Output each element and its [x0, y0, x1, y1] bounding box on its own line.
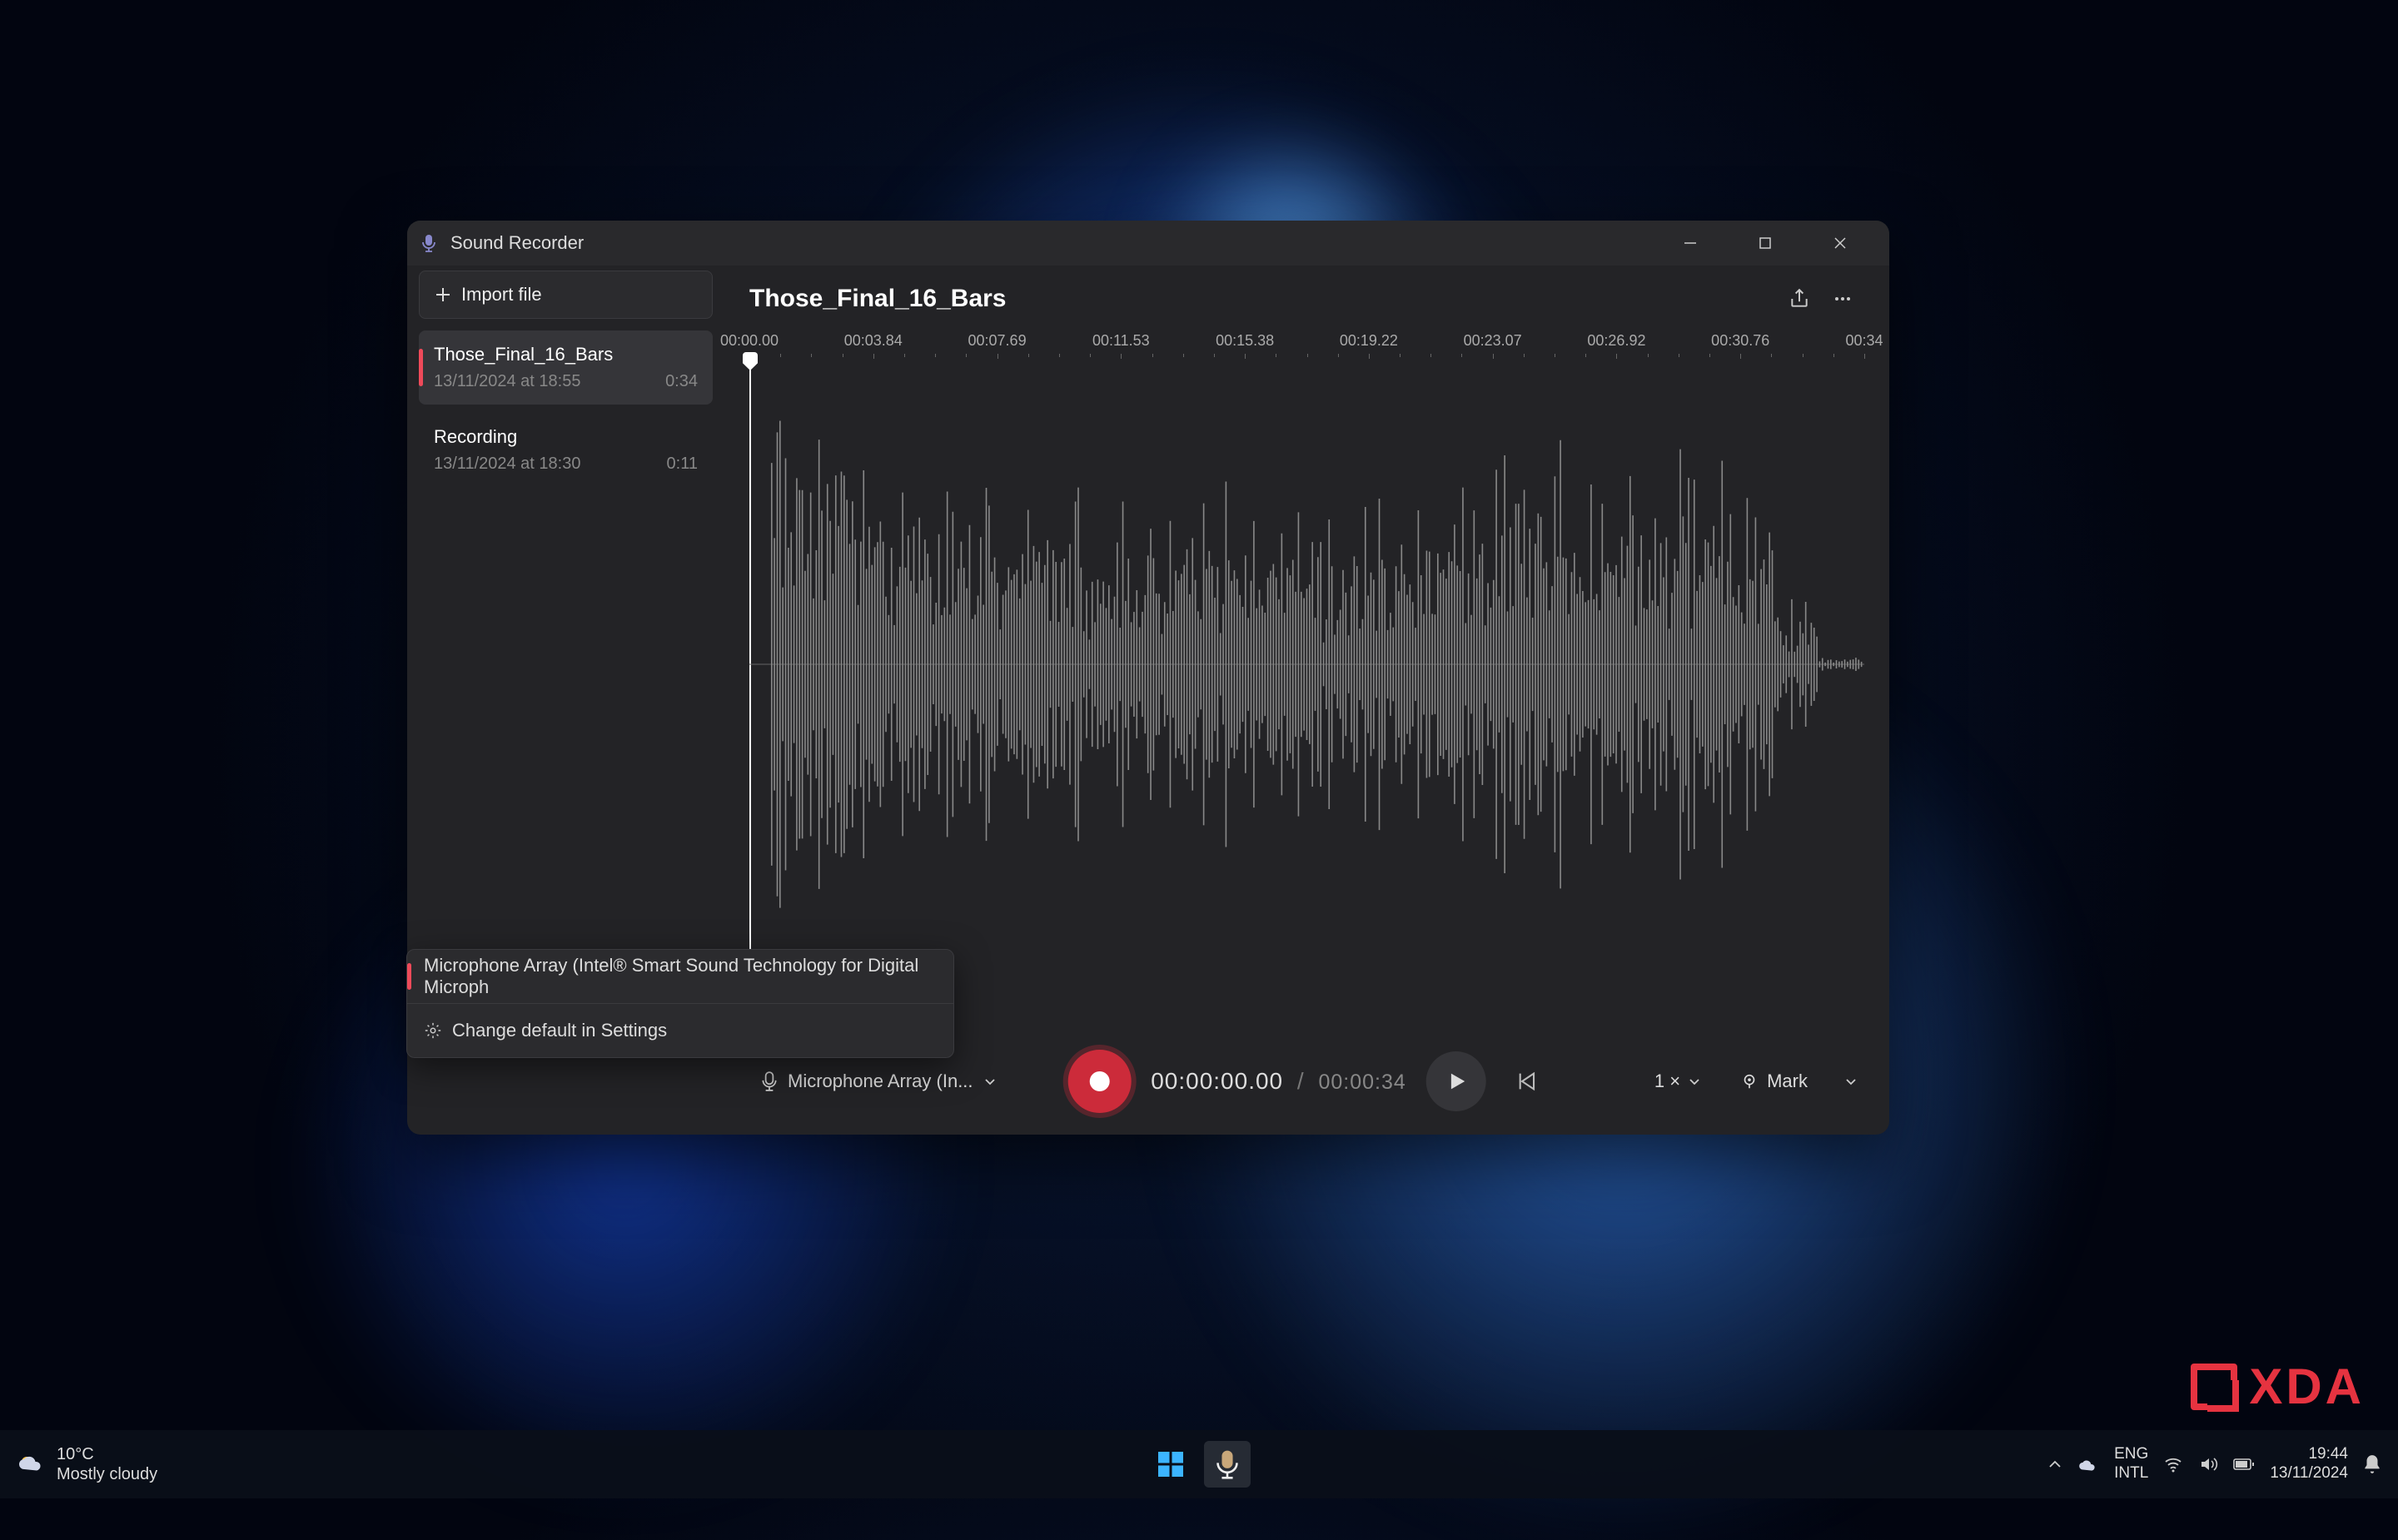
app-icon: [419, 233, 439, 253]
ruler-time-label: 00:23.07: [1464, 332, 1522, 350]
ruler-time-label: 00:03.84: [844, 332, 903, 350]
window-title: Sound Recorder: [450, 232, 1653, 254]
chevron-down-icon: [1845, 1076, 1857, 1087]
speed-selector[interactable]: 1 ×: [1644, 1064, 1710, 1099]
time-current: 00:00:00.00: [1151, 1068, 1283, 1094]
volume-icon[interactable]: [2198, 1454, 2218, 1474]
minimize-button[interactable]: [1653, 221, 1728, 266]
language-indicator[interactable]: ENG INTL: [2114, 1445, 2148, 1483]
ruler-time-label: 00:15.38: [1216, 332, 1274, 350]
skip-back-button[interactable]: [1506, 1061, 1546, 1101]
taskbar[interactable]: 10°C Mostly cloudy ENG INTL 19:44 13/11/…: [0, 1430, 2398, 1498]
ruler-time-label: 00:00.00: [720, 332, 779, 350]
mic-popup: Microphone Array (Intel® Smart Sound Tec…: [406, 949, 954, 1058]
time-display: 00:00:00.00 / 00:00:34: [1151, 1068, 1406, 1095]
time-total: 00:00:34: [1318, 1071, 1405, 1094]
ruler-time-label: 00:30.76: [1711, 332, 1769, 350]
mic-option-label: Microphone Array (Intel® Smart Sound Tec…: [424, 955, 937, 998]
play-button[interactable]: [1426, 1051, 1486, 1111]
speed-value: 1 ×: [1654, 1071, 1680, 1092]
maximize-button[interactable]: [1728, 221, 1803, 266]
mic-option[interactable]: Microphone Array (Intel® Smart Sound Tec…: [407, 950, 953, 1003]
mic-selector[interactable]: Microphone Array (In...: [749, 1064, 1008, 1099]
recording-item[interactable]: Those_Final_16_Bars 13/11/2024 at 18:55 …: [419, 330, 713, 405]
import-label: Import file: [461, 284, 542, 306]
taskbar-app-sound-recorder[interactable]: [1204, 1441, 1251, 1488]
chevron-down-icon: [1689, 1076, 1700, 1087]
recording-duration: 0:34: [665, 372, 698, 391]
ruler-time-label: 00:19.22: [1340, 332, 1398, 350]
weather-temp: 10°C: [57, 1444, 157, 1464]
ruler-time-label: 00:34: [1845, 332, 1883, 350]
more-button[interactable]: [1821, 277, 1864, 320]
wifi-icon[interactable]: [2163, 1454, 2183, 1474]
record-button[interactable]: [1067, 1050, 1131, 1113]
recording-name: Those_Final_16_Bars: [434, 344, 698, 365]
waveform-area[interactable]: [749, 369, 1864, 1028]
weather-icon: [17, 1449, 47, 1479]
titlebar[interactable]: Sound Recorder: [407, 221, 1889, 266]
recording-date: 13/11/2024 at 18:30: [434, 455, 580, 474]
mark-button[interactable]: Mark: [1730, 1064, 1818, 1099]
mic-icon: [761, 1071, 778, 1091]
gear-icon: [424, 1021, 442, 1040]
page-title: Those_Final_16_Bars: [749, 285, 1778, 313]
onedrive-icon[interactable]: [2077, 1455, 2099, 1473]
recording-duration: 0:11: [667, 455, 698, 474]
start-button[interactable]: [1147, 1441, 1194, 1488]
mark-dropdown[interactable]: [1838, 1060, 1864, 1103]
plus-icon: [435, 286, 451, 303]
ruler-time-label: 00:26.92: [1587, 332, 1645, 350]
recording-name: Recording: [434, 426, 698, 448]
weather-widget[interactable]: 10°C Mostly cloudy: [17, 1444, 157, 1484]
battery-icon[interactable]: [2233, 1455, 2255, 1473]
weather-desc: Mostly cloudy: [57, 1464, 157, 1484]
import-file-button[interactable]: Import file: [419, 271, 713, 319]
recording-item[interactable]: Recording 13/11/2024 at 18:30 0:11: [419, 413, 713, 487]
mic-settings-link[interactable]: Change default in Settings: [407, 1004, 953, 1057]
ruler-time-label: 00:07.69: [968, 332, 1027, 350]
mic-label: Microphone Array (In...: [788, 1071, 973, 1092]
marker-icon: [1740, 1072, 1759, 1090]
ruler-time-label: 00:11.53: [1092, 332, 1150, 350]
recording-date: 13/11/2024 at 18:55: [434, 372, 580, 391]
mark-label: Mark: [1767, 1071, 1808, 1092]
notification-icon[interactable]: [2363, 1453, 2381, 1475]
share-button[interactable]: [1778, 277, 1821, 320]
clock[interactable]: 19:44 13/11/2024: [2270, 1445, 2348, 1483]
tray-chevron-icon[interactable]: [2047, 1457, 2062, 1472]
watermark: XDA: [2191, 1358, 2365, 1415]
watermark-text: XDA: [2249, 1358, 2365, 1415]
timeline-ruler[interactable]: 00:00.0000:03.8400:07.6900:11.5300:15.38…: [749, 332, 1864, 369]
mic-settings-label: Change default in Settings: [452, 1020, 667, 1041]
close-button[interactable]: [1803, 221, 1878, 266]
chevron-down-icon: [983, 1075, 997, 1088]
